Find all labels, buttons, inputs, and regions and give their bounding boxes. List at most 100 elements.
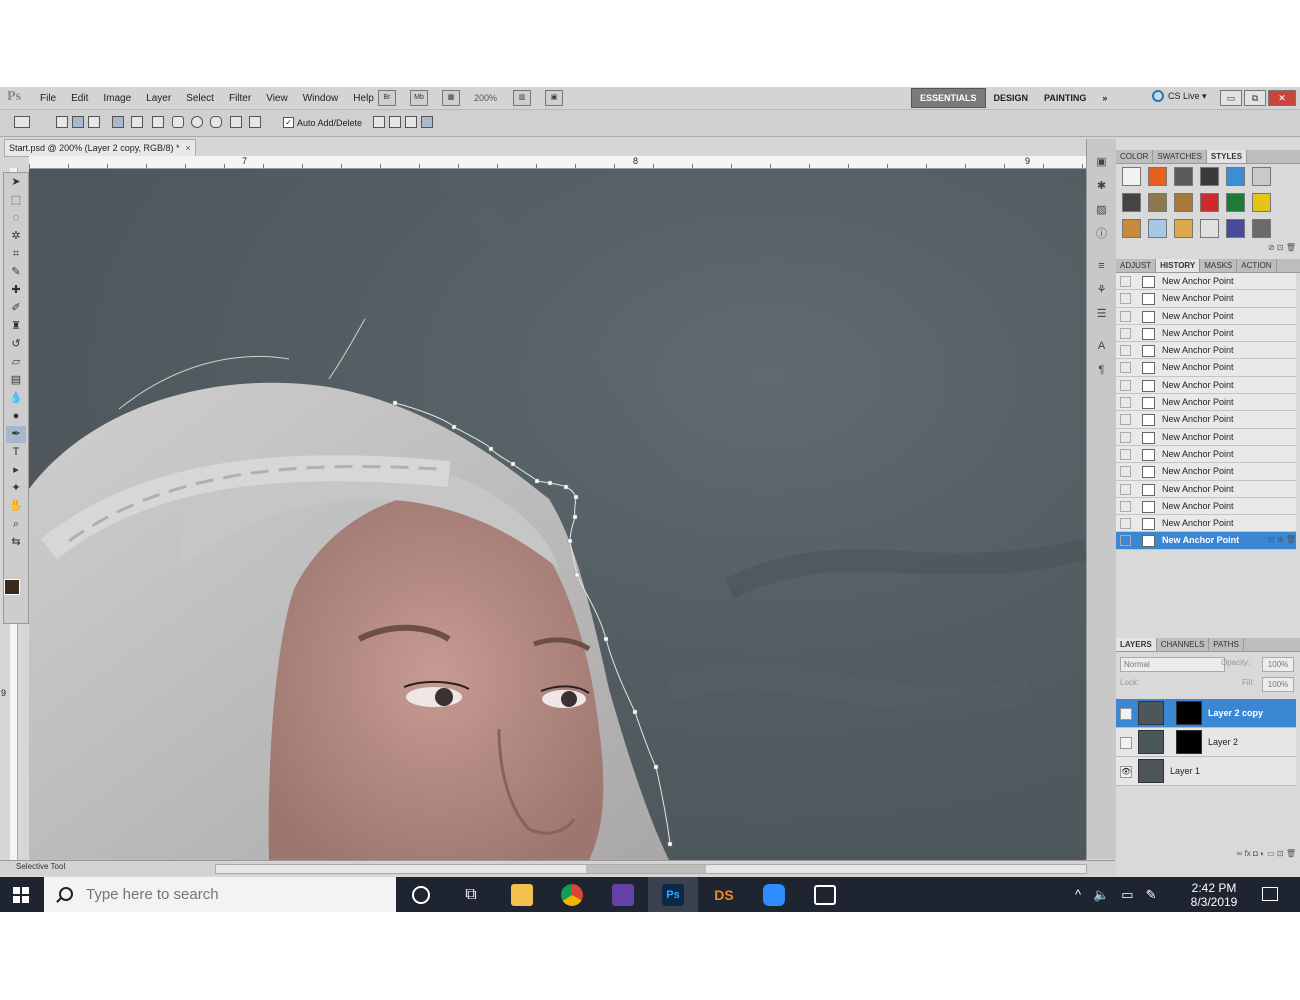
history-item[interactable]: New Anchor Point bbox=[1116, 324, 1296, 343]
tab-actions[interactable]: ACTION bbox=[1237, 259, 1277, 272]
history-item[interactable]: New Anchor Point bbox=[1116, 394, 1296, 412]
style-swatch[interactable] bbox=[1174, 193, 1193, 212]
style-swatch[interactable] bbox=[1122, 167, 1141, 186]
tab-masks[interactable]: MASKS bbox=[1200, 259, 1238, 272]
workspace-painting[interactable]: PAINTING bbox=[1036, 89, 1094, 107]
menu-help[interactable]: Help bbox=[353, 93, 374, 104]
workspace-essentials[interactable]: ESSENTIALS bbox=[911, 88, 986, 108]
history-brush-source-box[interactable] bbox=[1120, 414, 1131, 426]
blur-tool-icon[interactable]: 💧 bbox=[6, 390, 26, 407]
menu-select[interactable]: Select bbox=[186, 93, 214, 104]
path-add-icon[interactable] bbox=[373, 116, 385, 128]
actions-panel-icon[interactable]: ☰ bbox=[1092, 305, 1112, 323]
chrome-icon[interactable] bbox=[547, 877, 597, 912]
hand-tool-icon[interactable]: ✋ bbox=[6, 498, 26, 515]
history-brush-source-box[interactable] bbox=[1120, 466, 1131, 478]
menu-filter[interactable]: Filter bbox=[229, 93, 251, 104]
character-panel-icon[interactable]: A bbox=[1092, 337, 1112, 355]
style-swatch[interactable] bbox=[1200, 219, 1219, 238]
layer-visibility-icon[interactable] bbox=[1120, 737, 1132, 749]
menu-view[interactable]: View bbox=[266, 93, 288, 104]
rectangle-shape-icon[interactable] bbox=[152, 116, 164, 128]
adjustments-panel-icon[interactable]: ≡ bbox=[1092, 257, 1112, 275]
path-selection-tool-icon[interactable]: ▸ bbox=[6, 462, 26, 479]
navigator-panel-icon[interactable]: ▨ bbox=[1092, 201, 1112, 219]
history-brush-source-box[interactable] bbox=[1120, 362, 1131, 374]
custom-shape-icon[interactable] bbox=[249, 116, 261, 128]
style-swatch[interactable] bbox=[1148, 193, 1167, 212]
clone-stamp-tool-icon[interactable]: ♜ bbox=[6, 318, 26, 335]
minimize-button[interactable]: ▭ bbox=[1220, 90, 1242, 106]
start-button[interactable] bbox=[0, 877, 44, 912]
history-brush-source-box[interactable] bbox=[1120, 327, 1131, 339]
history-item[interactable]: New Anchor Point bbox=[1116, 411, 1296, 429]
workspace-design[interactable]: DESIGN bbox=[986, 89, 1037, 107]
tab-color[interactable]: COLOR bbox=[1116, 150, 1154, 163]
history-brush-source-box[interactable] bbox=[1120, 500, 1131, 512]
quick-select-tool-icon[interactable]: ✲ bbox=[6, 228, 26, 245]
history-brush-source-box[interactable] bbox=[1120, 448, 1131, 460]
history-brush-source-box[interactable] bbox=[1120, 310, 1131, 322]
menu-edit[interactable]: Edit bbox=[71, 93, 88, 104]
tab-styles[interactable]: STYLES bbox=[1206, 150, 1248, 163]
layer-mask-thumbnail[interactable] bbox=[1176, 701, 1202, 725]
gradient-tool-icon[interactable]: ▤ bbox=[6, 372, 26, 389]
history-brush-source-box[interactable] bbox=[1120, 431, 1131, 443]
screen-mode-icon[interactable]: ▣ bbox=[545, 90, 564, 106]
default-colors-icon[interactable]: ⇆ bbox=[6, 534, 26, 551]
document-tab[interactable]: Start.psd @ 200% (Layer 2 copy, RGB/8) *… bbox=[4, 139, 196, 157]
path-exclude-icon[interactable] bbox=[421, 116, 433, 128]
pen-workspace-icon[interactable]: ✎ bbox=[1146, 887, 1157, 903]
history-item[interactable]: New Anchor Point bbox=[1116, 273, 1296, 291]
style-swatch[interactable] bbox=[1122, 219, 1141, 238]
layer-row[interactable]: 👁 Layer 1 bbox=[1116, 757, 1296, 786]
restore-button[interactable]: ⧉ bbox=[1244, 90, 1266, 106]
history-item[interactable]: New Anchor Point bbox=[1116, 342, 1296, 360]
paths-mode-icon[interactable] bbox=[72, 116, 84, 128]
foreground-color-icon[interactable] bbox=[4, 579, 20, 595]
cs-live-button[interactable]: CS Live ▾ bbox=[1152, 90, 1207, 102]
line-shape-icon[interactable] bbox=[230, 116, 242, 128]
history-item[interactable]: New Anchor Point bbox=[1116, 463, 1296, 481]
file-explorer-icon[interactable] bbox=[497, 877, 547, 912]
path-subtract-icon[interactable] bbox=[389, 116, 401, 128]
eraser-tool-icon[interactable]: ▱ bbox=[6, 354, 26, 371]
style-swatch[interactable] bbox=[1252, 219, 1271, 238]
style-swatch[interactable] bbox=[1252, 167, 1271, 186]
zoom-tool-icon[interactable]: ⌕ bbox=[6, 516, 26, 533]
dodge-tool-icon[interactable]: ● bbox=[6, 408, 26, 425]
close-button[interactable]: ✕ bbox=[1268, 90, 1296, 106]
pen-tool-preset-icon[interactable] bbox=[14, 116, 30, 128]
tray-overflow-icon[interactable]: ^ bbox=[1075, 887, 1081, 902]
style-swatch[interactable] bbox=[1174, 219, 1193, 238]
clone-source-panel-icon[interactable]: ⚘ bbox=[1092, 281, 1112, 299]
taskbar-search[interactable] bbox=[44, 877, 396, 912]
menu-window[interactable]: Window bbox=[303, 93, 339, 104]
bridge-icon[interactable]: Br bbox=[378, 90, 396, 106]
menu-layer[interactable]: Layer bbox=[146, 93, 171, 104]
history-item[interactable]: New Anchor Point bbox=[1116, 428, 1296, 446]
tab-layers[interactable]: LAYERS bbox=[1116, 638, 1157, 651]
foreground-color-swatch[interactable] bbox=[6, 552, 26, 576]
history-item[interactable]: New Anchor Point bbox=[1116, 307, 1296, 325]
arrange-documents-icon[interactable]: ▥ bbox=[513, 90, 532, 106]
horizontal-scrollbar[interactable] bbox=[215, 864, 1087, 874]
type-tool-icon[interactable]: T bbox=[6, 444, 26, 461]
scrollbar-thumb[interactable] bbox=[586, 865, 706, 873]
mini-bridge-icon[interactable]: Mb bbox=[410, 90, 428, 106]
mini-bridge-panel-icon[interactable]: ▣ bbox=[1092, 153, 1112, 171]
freeform-pen-icon[interactable] bbox=[131, 116, 143, 128]
style-swatch[interactable] bbox=[1252, 193, 1271, 212]
style-swatch[interactable] bbox=[1174, 167, 1193, 186]
crop-tool-icon[interactable]: ⌗ bbox=[6, 246, 26, 263]
layer-row[interactable]: Layer 2 bbox=[1116, 728, 1296, 757]
tab-swatches[interactable]: SWATCHES bbox=[1153, 150, 1207, 163]
move-tool-icon[interactable]: ➤ bbox=[6, 174, 26, 191]
pen-icon[interactable] bbox=[112, 116, 124, 128]
marquee-tool-icon[interactable]: ⬚ bbox=[6, 192, 26, 209]
history-brush-source-box[interactable] bbox=[1120, 379, 1131, 391]
menu-file[interactable]: File bbox=[40, 93, 56, 104]
path-intersect-icon[interactable] bbox=[405, 116, 417, 128]
photoshop-icon[interactable]: Ps bbox=[648, 877, 698, 912]
history-brush-tool-icon[interactable]: ↺ bbox=[6, 336, 26, 353]
